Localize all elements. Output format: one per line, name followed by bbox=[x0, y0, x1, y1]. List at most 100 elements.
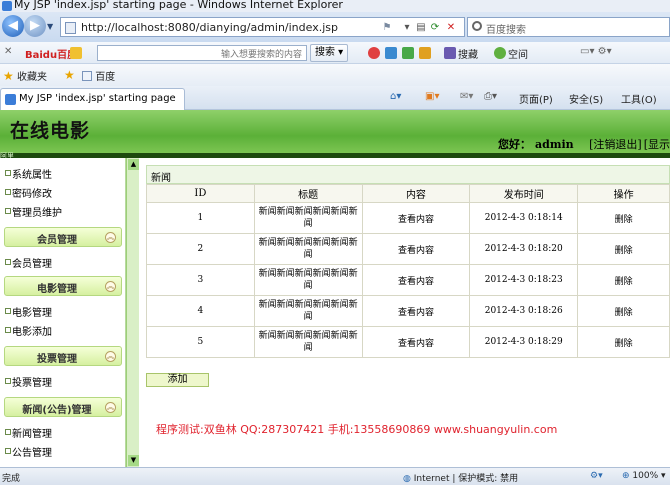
column-header-id: ID bbox=[146, 184, 255, 203]
sidebar-item-votes[interactable]: 投票管理 bbox=[5, 374, 52, 389]
section-title: 新闻 bbox=[151, 173, 171, 184]
sidebar-item-news[interactable]: 新闻管理 bbox=[5, 425, 52, 440]
site-title: 在线电影 bbox=[10, 120, 91, 142]
zoom-icon: ⊕ bbox=[622, 471, 630, 481]
security-icon[interactable]: ⚙▾ bbox=[590, 471, 603, 481]
feeds-icon[interactable]: ▣▾ bbox=[425, 91, 439, 102]
back-button[interactable]: ◀ bbox=[2, 15, 24, 37]
baidu-search-button[interactable]: 搜索 ▾ bbox=[310, 44, 349, 62]
toolbar-options-icon[interactable]: ▭▾ ⚙▾ bbox=[580, 46, 612, 57]
history-dropdown-icon[interactable]: ▼ bbox=[47, 22, 53, 31]
favorite-item-baidu[interactable]: 百度 bbox=[82, 68, 115, 83]
sidebar-item-admin[interactable]: 管理员维护 bbox=[5, 204, 62, 219]
sidebar-group-title: 电影管理 bbox=[37, 284, 77, 295]
sidebar-item-password[interactable]: 密码修改 bbox=[5, 185, 52, 200]
home-icon[interactable]: ⌂▾ bbox=[390, 91, 401, 102]
sidebar-group-votes[interactable]: 投票管理 ︽ bbox=[4, 346, 122, 366]
sidebar-group-movies[interactable]: 电影管理 ︽ bbox=[4, 276, 122, 296]
sidebar-item-notice[interactable]: 公告管理 bbox=[5, 444, 52, 459]
favorites-label: 收藏夹 bbox=[16, 72, 47, 83]
cell-title: 新闻新闻新闻新闻新闻新闻 bbox=[253, 202, 363, 234]
add-button[interactable]: 添加 bbox=[146, 373, 209, 387]
site-header: 在线电影 您好： admin [注销退出][显示主页] bbox=[0, 110, 670, 153]
address-url[interactable]: http://localhost:8080/dianying/admin/ind… bbox=[81, 21, 338, 34]
baidu-tool-icon-2[interactable] bbox=[385, 47, 397, 59]
sidebar-group-title: 投票管理 bbox=[37, 354, 77, 365]
tab-current[interactable]: My JSP 'index.jsp' starting page bbox=[0, 88, 185, 110]
scroll-up-icon[interactable]: ▲ bbox=[128, 159, 139, 170]
sidebar-group-title: 新闻(公告)管理 bbox=[22, 405, 92, 416]
sidebar-group-members[interactable]: 会员管理 ︽ bbox=[4, 227, 122, 247]
stop-icon[interactable]: ✕ bbox=[443, 21, 459, 35]
forward-button[interactable]: ▶ bbox=[24, 15, 46, 37]
view-content-link[interactable]: 查看内容 bbox=[361, 202, 471, 234]
sidebar-group-news[interactable]: 新闻(公告)管理 ︽ bbox=[4, 397, 122, 417]
address-toolbar: ◀ ▶ ▼ http://localhost:8080/dianying/adm… bbox=[0, 12, 670, 42]
page-icon bbox=[65, 22, 76, 34]
delete-link[interactable]: 删除 bbox=[577, 326, 670, 358]
search-box[interactable]: 百度搜索 bbox=[467, 17, 670, 37]
column-header-title: 标题 bbox=[253, 184, 363, 203]
sidebar-scrollbar[interactable]: ▲ ▼ bbox=[126, 158, 139, 467]
favorite-item-label: 百度 bbox=[95, 72, 116, 83]
view-content-link[interactable]: 查看内容 bbox=[361, 233, 471, 265]
sidebar-item-movie-manage[interactable]: 电影管理 bbox=[5, 304, 52, 319]
safety-menu[interactable]: 安全(S) bbox=[569, 91, 603, 106]
cell-title: 新闻新闻新闻新闻新闻新闻 bbox=[253, 264, 363, 296]
collapse-icon[interactable]: ︽ bbox=[105, 351, 116, 362]
cell-id: 4 bbox=[146, 295, 255, 327]
status-text: 完成 bbox=[2, 474, 21, 484]
delete-link[interactable]: 删除 bbox=[577, 202, 670, 234]
space-icon bbox=[494, 47, 506, 59]
collapse-icon[interactable]: ︽ bbox=[105, 232, 116, 243]
username: admin bbox=[535, 138, 574, 151]
baidu-input-placeholder: 输入想要搜索的内容 bbox=[220, 50, 302, 60]
page-menu[interactable]: 页面(P) bbox=[519, 91, 553, 106]
cell-id: 1 bbox=[146, 202, 255, 234]
user-info: 您好： admin [注销退出][显示主页] bbox=[498, 136, 670, 152]
column-header-time: 发布时间 bbox=[469, 184, 579, 203]
delete-link[interactable]: 删除 bbox=[577, 295, 670, 327]
delete-link[interactable]: 删除 bbox=[577, 264, 670, 296]
add-favorite-icon[interactable]: ★ bbox=[64, 68, 75, 82]
credit-text: 程序测试:双鱼林 QQ:287307421 手机:13558690869 www… bbox=[156, 423, 558, 436]
collect-icon bbox=[444, 47, 456, 59]
sidebar-item-movie-add[interactable]: 电影添加 bbox=[5, 323, 52, 338]
baidu-tool-icon-4[interactable] bbox=[419, 47, 431, 59]
news-table: ID 标题 内容 发布时间 操作 1 新闻新闻新闻新闻新闻新闻 查看内容 201… bbox=[146, 184, 670, 358]
home-link[interactable]: [显示主页] bbox=[644, 138, 670, 151]
baidu-search-label: 搜索 bbox=[315, 47, 335, 58]
print-icon[interactable]: ⎙▾ bbox=[484, 91, 497, 102]
compat-view-icon[interactable]: ⚑ bbox=[379, 21, 395, 35]
table-row: 4 新闻新闻新闻新闻新闻新闻 查看内容 2012-4-3 0:18:26 删除 bbox=[146, 295, 670, 327]
refresh-icon[interactable]: ⟳ bbox=[427, 21, 443, 35]
tools-menu[interactable]: 工具(O) bbox=[621, 91, 657, 106]
baidu-tool-icon-1[interactable] bbox=[368, 47, 380, 59]
cell-time: 2012-4-3 0:18:29 bbox=[469, 326, 579, 358]
add-star-icon: ★ bbox=[64, 68, 75, 82]
close-toolbar-icon[interactable]: ✕ bbox=[4, 46, 12, 57]
collapse-icon[interactable]: ︽ bbox=[105, 402, 116, 413]
logout-link[interactable]: [注销退出] bbox=[589, 138, 642, 151]
favorites-button[interactable]: ★ 收藏夹 bbox=[3, 68, 47, 83]
mail-icon[interactable]: ✉▾ bbox=[460, 91, 473, 102]
collapse-icon[interactable]: ︽ bbox=[105, 281, 116, 292]
sidebar-item-system[interactable]: 系统属性 bbox=[5, 166, 52, 181]
baidu-search-input[interactable]: 输入想要搜索的内容 bbox=[97, 45, 307, 61]
scroll-down-icon[interactable]: ▼ bbox=[128, 455, 139, 466]
delete-link[interactable]: 删除 bbox=[577, 233, 670, 265]
baidu-tool-icon-3[interactable] bbox=[402, 47, 414, 59]
space-label[interactable]: 空间 bbox=[508, 46, 528, 61]
address-bar[interactable]: http://localhost:8080/dianying/admin/ind… bbox=[60, 17, 465, 37]
view-content-link[interactable]: 查看内容 bbox=[361, 326, 471, 358]
cell-id: 3 bbox=[146, 264, 255, 296]
table-row: 3 新闻新闻新闻新闻新闻新闻 查看内容 2012-4-3 0:18:23 删除 bbox=[146, 264, 670, 296]
collect-label[interactable]: 搜藏 bbox=[458, 46, 478, 61]
baidu-menu-icon[interactable] bbox=[70, 47, 82, 59]
view-content-link[interactable]: 查看内容 bbox=[361, 295, 471, 327]
zoom-control[interactable]: ⊕ 100% ▾ bbox=[622, 471, 666, 481]
zone-info: ◍ Internet | 保护模式: 禁用 bbox=[403, 471, 518, 484]
view-content-link[interactable]: 查看内容 bbox=[361, 264, 471, 296]
page-viewport: 在线电影 您好：admin [注销退出][显示主页] 阿里 系统属性 密码修改 … bbox=[0, 110, 670, 467]
sidebar-item-members[interactable]: 会员管理 bbox=[5, 255, 52, 270]
